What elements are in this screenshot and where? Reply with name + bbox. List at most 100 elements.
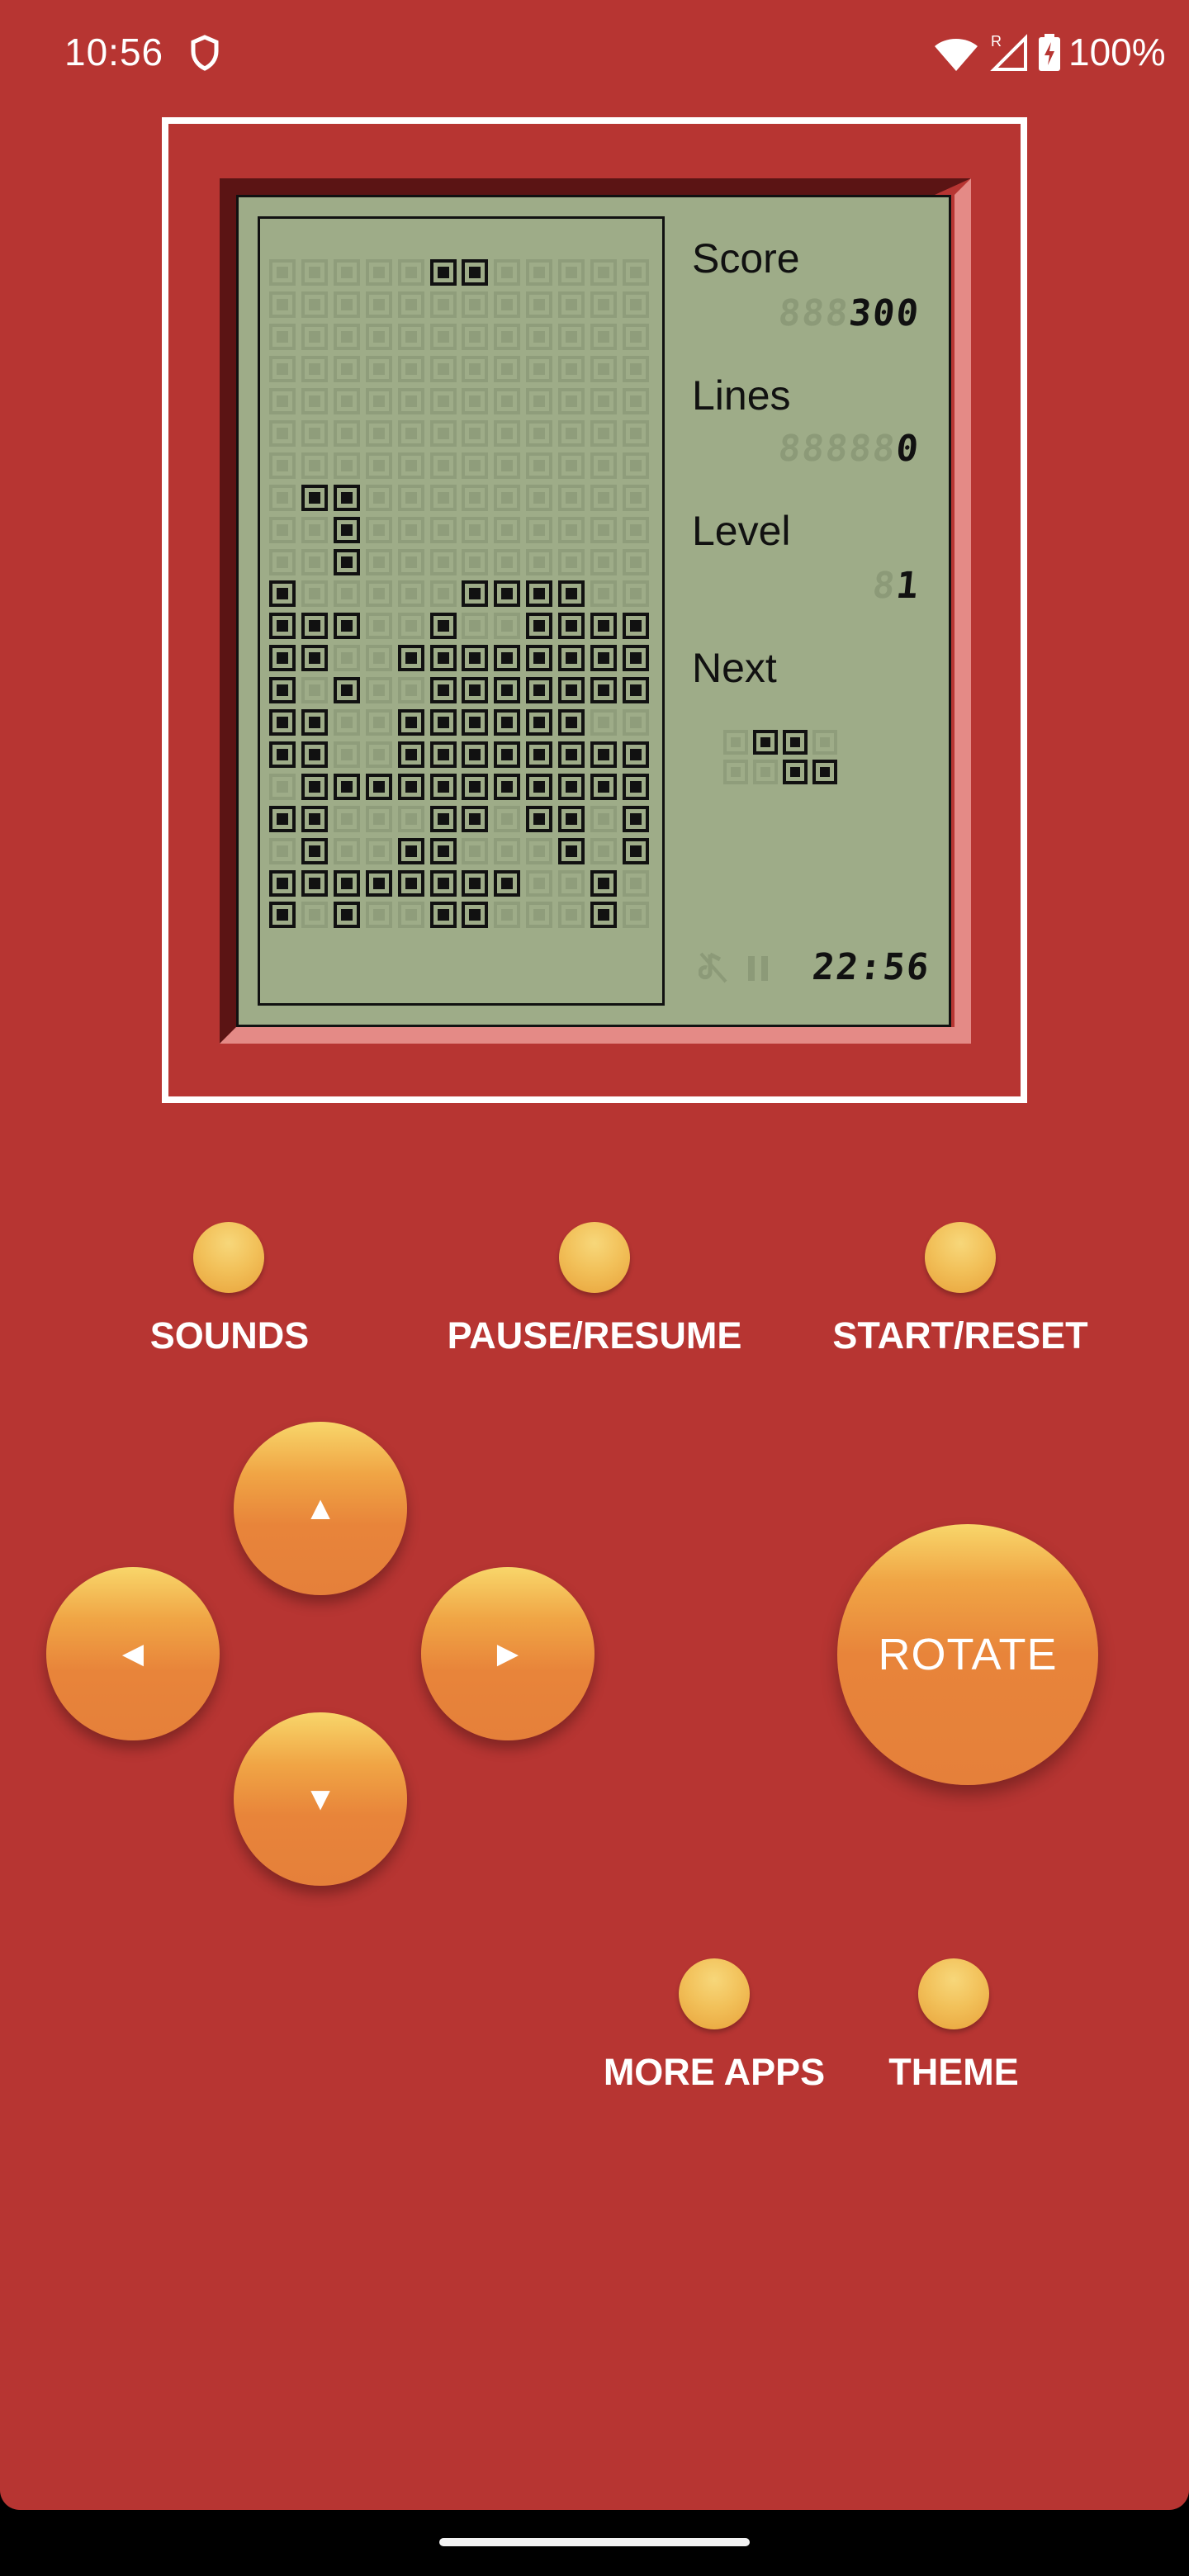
block-empty xyxy=(494,806,520,832)
start-reset-button[interactable] xyxy=(925,1222,996,1293)
block-empty xyxy=(430,420,457,447)
block-filled xyxy=(301,870,328,897)
block-filled xyxy=(334,613,360,639)
block-filled xyxy=(526,741,552,768)
block-filled xyxy=(462,677,488,703)
block-filled xyxy=(398,870,424,897)
block-filled xyxy=(462,806,488,832)
block-filled xyxy=(623,806,649,832)
block-empty xyxy=(334,291,360,318)
block-empty xyxy=(623,291,649,318)
block-empty xyxy=(301,452,328,479)
lines-label: Lines xyxy=(692,372,791,419)
block-filled xyxy=(462,709,488,736)
rotate-label: ROTATE xyxy=(878,1630,1058,1679)
block-empty xyxy=(590,517,617,543)
score-value: 300 xyxy=(846,292,922,334)
block-filled xyxy=(334,677,360,703)
block-empty xyxy=(398,452,424,479)
block-empty xyxy=(462,452,488,479)
signal-roaming-icon: R xyxy=(989,31,1029,77)
block-empty xyxy=(494,259,520,286)
pause-resume-label: PAUSE/RESUME xyxy=(447,1314,742,1357)
block-filled xyxy=(462,870,488,897)
block-empty xyxy=(558,324,585,350)
block-empty xyxy=(366,388,392,414)
dpad-right-button[interactable]: ▶ xyxy=(421,1567,594,1740)
block-filled xyxy=(301,806,328,832)
block-filled xyxy=(494,741,520,768)
sounds-label: SOUNDS xyxy=(149,1314,310,1357)
block-empty xyxy=(398,259,424,286)
block-filled xyxy=(494,580,520,607)
home-gesture-bar[interactable] xyxy=(439,2538,750,2546)
block-filled xyxy=(269,580,296,607)
rotate-button[interactable]: ROTATE xyxy=(837,1524,1098,1785)
level-value: 1 xyxy=(893,565,922,607)
block-empty xyxy=(334,259,360,286)
block-empty xyxy=(366,259,392,286)
block-empty xyxy=(398,324,424,350)
block-filled xyxy=(301,709,328,736)
block-empty xyxy=(494,838,520,864)
block-empty xyxy=(269,388,296,414)
block-empty xyxy=(301,324,328,350)
block-empty xyxy=(398,580,424,607)
block-empty xyxy=(366,838,392,864)
lines-ghost-digits: 88888 xyxy=(776,428,899,470)
block-filled xyxy=(269,709,296,736)
dpad-up-button[interactable]: ▲ xyxy=(234,1422,407,1595)
block-empty xyxy=(301,420,328,447)
block-filled xyxy=(398,741,424,768)
pause-resume-button[interactable] xyxy=(559,1222,630,1293)
next-label: Next xyxy=(692,645,777,691)
block-empty xyxy=(526,838,552,864)
arrow-right-icon: ▶ xyxy=(496,1638,519,1669)
block-empty xyxy=(526,324,552,350)
block-filled xyxy=(623,741,649,768)
wifi-icon xyxy=(933,35,979,77)
block-filled xyxy=(590,774,617,800)
block-empty xyxy=(334,645,360,671)
block-empty xyxy=(590,838,617,864)
block-empty xyxy=(590,324,617,350)
block-empty xyxy=(269,356,296,382)
sounds-button[interactable] xyxy=(193,1222,264,1293)
block-empty xyxy=(334,324,360,350)
block-empty xyxy=(494,420,520,447)
shield-icon xyxy=(190,35,220,75)
theme-button[interactable] xyxy=(918,1958,989,2029)
block-empty xyxy=(366,485,392,511)
dpad-down-button[interactable]: ▼ xyxy=(234,1712,407,1886)
block-empty xyxy=(301,677,328,703)
block-filled xyxy=(623,774,649,800)
block-filled xyxy=(269,645,296,671)
block-empty xyxy=(269,485,296,511)
next-block-empty xyxy=(723,730,748,755)
block-empty xyxy=(590,420,617,447)
status-icons: R 100% xyxy=(826,0,1189,107)
block-empty xyxy=(430,291,457,318)
block-filled xyxy=(462,580,488,607)
block-filled xyxy=(366,870,392,897)
block-filled xyxy=(558,677,585,703)
block-empty xyxy=(398,291,424,318)
block-filled xyxy=(430,806,457,832)
block-empty xyxy=(269,838,296,864)
block-empty xyxy=(269,549,296,575)
block-filled xyxy=(398,838,424,864)
dpad-left-button[interactable]: ◀ xyxy=(46,1567,220,1740)
block-empty xyxy=(398,388,424,414)
block-empty xyxy=(494,613,520,639)
block-empty xyxy=(334,709,360,736)
block-filled xyxy=(366,774,392,800)
block-empty xyxy=(526,870,552,897)
block-filled xyxy=(558,838,585,864)
more-apps-button[interactable] xyxy=(679,1958,750,2029)
block-filled xyxy=(301,613,328,639)
block-filled xyxy=(558,613,585,639)
block-empty xyxy=(623,356,649,382)
block-empty xyxy=(366,613,392,639)
block-empty xyxy=(269,259,296,286)
block-empty xyxy=(462,613,488,639)
